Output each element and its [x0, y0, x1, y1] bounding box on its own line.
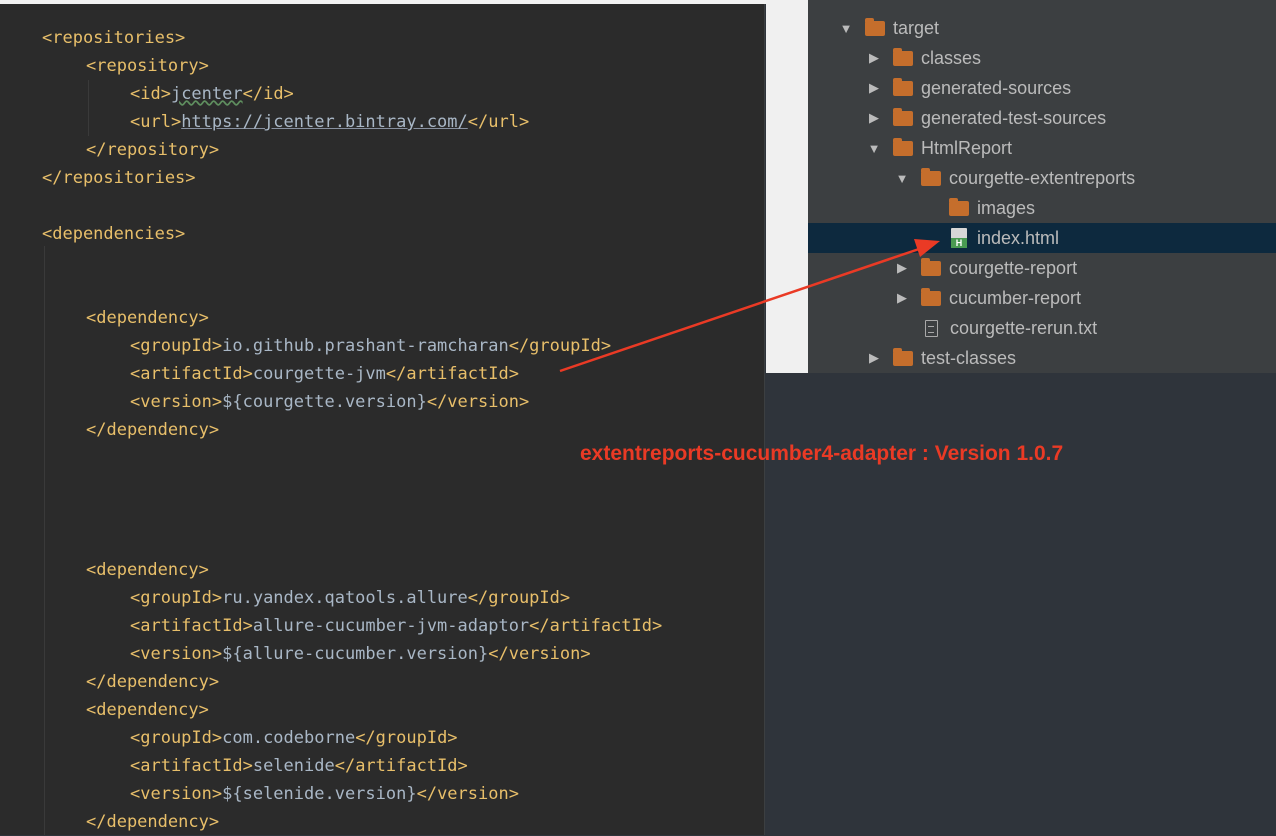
arrow-line: [559, 246, 923, 373]
annotation-label: extentreports-cucumber4-adapter : Versio…: [580, 442, 1064, 465]
annotation-arrow-icon: [559, 239, 940, 373]
arrow-head: [914, 239, 940, 257]
